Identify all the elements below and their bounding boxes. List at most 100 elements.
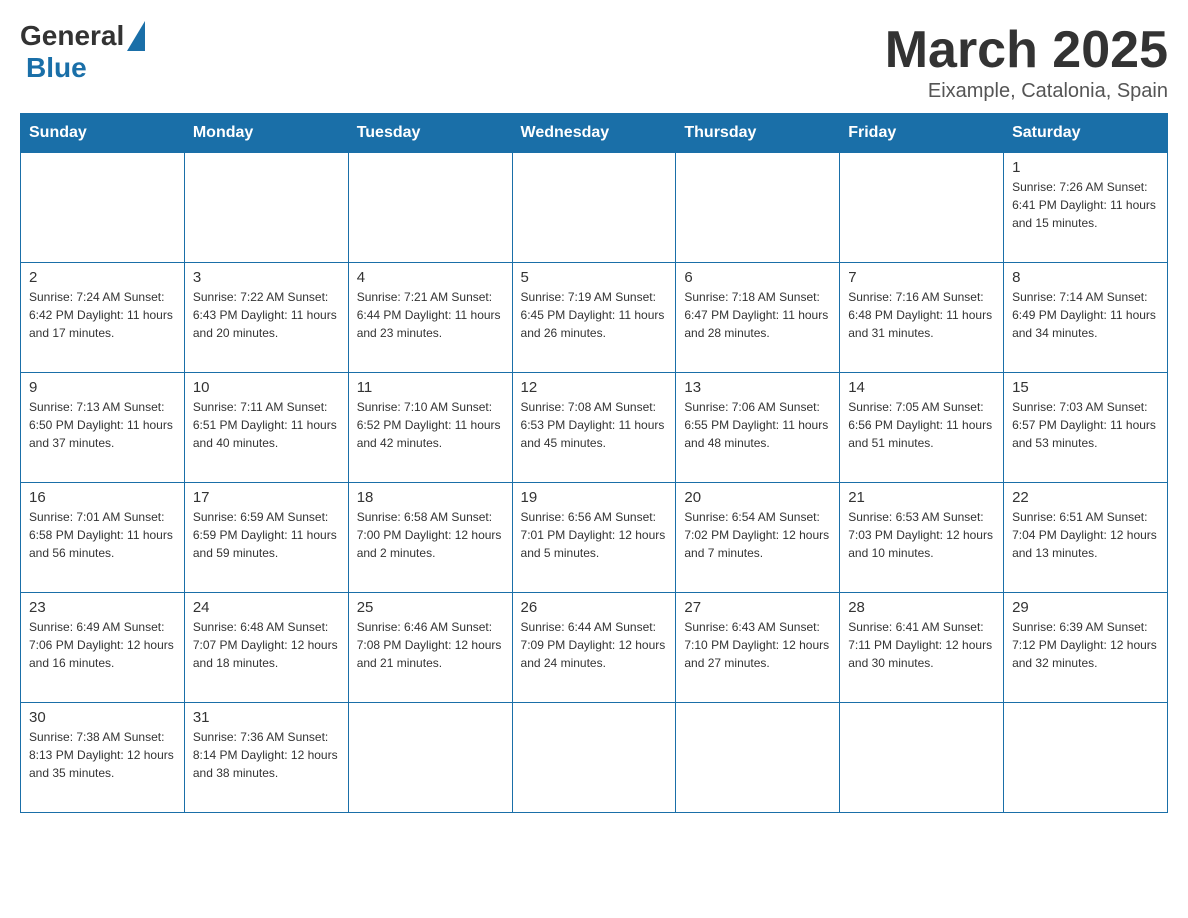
calendar-cell: 29Sunrise: 6:39 AM Sunset: 7:12 PM Dayli… xyxy=(1004,593,1168,703)
calendar-cell: 15 Sunrise: 7:03 AM Sunset: 6:57 PM Dayli… xyxy=(1004,373,1168,483)
calendar-cell: 2Sunrise: 7:24 AM Sunset: 6:42 PM Daylig… xyxy=(21,263,185,373)
calendar-table: SundayMondayTuesdayWednesdayThursdayFrid… xyxy=(20,113,1168,813)
calendar-header-friday: Friday xyxy=(840,114,1004,153)
day-number: 3 xyxy=(193,269,340,286)
calendar-cell: 11 Sunrise: 7:10 AM Sunset: 6:52 PM Dayli… xyxy=(348,373,512,483)
day-info: Sunrise: 6:59 AM Sunset: 6:59 PM Dayligh… xyxy=(193,508,340,562)
logo-triangle-icon xyxy=(127,21,145,51)
calendar-cell: 19 Sunrise: 6:56 AM Sunset: 7:01 PM Dayli… xyxy=(512,483,676,593)
day-info: Sunrise: 6:54 AM Sunset: 7:02 PM Dayligh… xyxy=(684,508,831,562)
calendar-week-row: 30 Sunrise: 7:38 AM Sunset: 8:13 PM Dayli… xyxy=(21,703,1168,813)
day-info: Sunrise: 7:13 AM Sunset: 6:50 PM Dayligh… xyxy=(29,398,176,452)
calendar-cell: 5 Sunrise: 7:19 AM Sunset: 6:45 PM Daylig… xyxy=(512,263,676,373)
calendar-cell: 25 Sunrise: 6:46 AM Sunset: 7:08 PM Dayli… xyxy=(348,593,512,703)
day-info: Sunrise: 7:05 AM Sunset: 6:56 PM Dayligh… xyxy=(848,398,995,452)
day-number: 19 xyxy=(521,489,668,506)
day-number: 4 xyxy=(357,269,504,286)
day-info: Sunrise: 7:10 AM Sunset: 6:52 PM Dayligh… xyxy=(357,398,504,452)
calendar-cell: 13 Sunrise: 7:06 AM Sunset: 6:55 PM Dayli… xyxy=(676,373,840,483)
month-title: March 2025 xyxy=(885,20,1168,80)
calendar-cell: 24Sunrise: 6:48 AM Sunset: 7:07 PM Dayli… xyxy=(184,593,348,703)
logo-general-text: General xyxy=(20,20,124,52)
calendar-cell: 10Sunrise: 7:11 AM Sunset: 6:51 PM Dayli… xyxy=(184,373,348,483)
day-number: 8 xyxy=(1012,269,1159,286)
day-number: 16 xyxy=(29,489,176,506)
day-info: Sunrise: 6:56 AM Sunset: 7:01 PM Dayligh… xyxy=(521,508,668,562)
day-number: 28 xyxy=(848,599,995,616)
day-info: Sunrise: 7:19 AM Sunset: 6:45 PM Dayligh… xyxy=(521,288,668,342)
day-info: Sunrise: 6:43 AM Sunset: 7:10 PM Dayligh… xyxy=(684,618,831,672)
calendar-header-thursday: Thursday xyxy=(676,114,840,153)
day-number: 14 xyxy=(848,379,995,396)
calendar-cell: 1 Sunrise: 7:26 AM Sunset: 6:41 PM Daylig… xyxy=(1004,153,1168,263)
calendar-cell: 6Sunrise: 7:18 AM Sunset: 6:47 PM Daylig… xyxy=(676,263,840,373)
calendar-week-row: 9 Sunrise: 7:13 AM Sunset: 6:50 PM Daylig… xyxy=(21,373,1168,483)
calendar-cell: 28 Sunrise: 6:41 AM Sunset: 7:11 PM Dayli… xyxy=(840,593,1004,703)
day-number: 7 xyxy=(848,269,995,286)
calendar-cell: 17Sunrise: 6:59 AM Sunset: 6:59 PM Dayli… xyxy=(184,483,348,593)
day-info: Sunrise: 7:03 AM Sunset: 6:57 PM Dayligh… xyxy=(1012,398,1159,452)
day-info: Sunrise: 6:44 AM Sunset: 7:09 PM Dayligh… xyxy=(521,618,668,672)
calendar-cell: 14 Sunrise: 7:05 AM Sunset: 6:56 PM Dayli… xyxy=(840,373,1004,483)
calendar-cell: 9 Sunrise: 7:13 AM Sunset: 6:50 PM Daylig… xyxy=(21,373,185,483)
day-info: Sunrise: 6:48 AM Sunset: 7:07 PM Dayligh… xyxy=(193,618,340,672)
logo: General Blue xyxy=(20,20,145,84)
day-info: Sunrise: 7:18 AM Sunset: 6:47 PM Dayligh… xyxy=(684,288,831,342)
day-number: 5 xyxy=(521,269,668,286)
calendar-cell xyxy=(512,703,676,813)
day-info: Sunrise: 7:21 AM Sunset: 6:44 PM Dayligh… xyxy=(357,288,504,342)
day-number: 1 xyxy=(1012,159,1159,176)
calendar-cell: 18Sunrise: 6:58 AM Sunset: 7:00 PM Dayli… xyxy=(348,483,512,593)
day-info: Sunrise: 6:46 AM Sunset: 7:08 PM Dayligh… xyxy=(357,618,504,672)
calendar-cell xyxy=(840,153,1004,263)
day-number: 13 xyxy=(684,379,831,396)
day-number: 20 xyxy=(684,489,831,506)
calendar-cell: 16 Sunrise: 7:01 AM Sunset: 6:58 PM Dayli… xyxy=(21,483,185,593)
day-info: Sunrise: 7:36 AM Sunset: 8:14 PM Dayligh… xyxy=(193,728,340,782)
day-info: Sunrise: 7:26 AM Sunset: 6:41 PM Dayligh… xyxy=(1012,178,1159,232)
day-info: Sunrise: 6:49 AM Sunset: 7:06 PM Dayligh… xyxy=(29,618,176,672)
day-info: Sunrise: 7:22 AM Sunset: 6:43 PM Dayligh… xyxy=(193,288,340,342)
day-info: Sunrise: 6:51 AM Sunset: 7:04 PM Dayligh… xyxy=(1012,508,1159,562)
day-number: 11 xyxy=(357,379,504,396)
day-number: 31 xyxy=(193,709,340,726)
calendar-cell: 8 Sunrise: 7:14 AM Sunset: 6:49 PM Daylig… xyxy=(1004,263,1168,373)
calendar-week-row: 16 Sunrise: 7:01 AM Sunset: 6:58 PM Dayli… xyxy=(21,483,1168,593)
calendar-cell: 21Sunrise: 6:53 AM Sunset: 7:03 PM Dayli… xyxy=(840,483,1004,593)
day-number: 18 xyxy=(357,489,504,506)
calendar-cell xyxy=(676,703,840,813)
day-info: Sunrise: 7:14 AM Sunset: 6:49 PM Dayligh… xyxy=(1012,288,1159,342)
day-info: Sunrise: 7:06 AM Sunset: 6:55 PM Dayligh… xyxy=(684,398,831,452)
day-info: Sunrise: 7:38 AM Sunset: 8:13 PM Dayligh… xyxy=(29,728,176,782)
day-number: 9 xyxy=(29,379,176,396)
day-info: Sunrise: 7:16 AM Sunset: 6:48 PM Dayligh… xyxy=(848,288,995,342)
calendar-cell xyxy=(1004,703,1168,813)
calendar-header-row: SundayMondayTuesdayWednesdayThursdayFrid… xyxy=(21,114,1168,153)
day-info: Sunrise: 7:01 AM Sunset: 6:58 PM Dayligh… xyxy=(29,508,176,562)
day-number: 25 xyxy=(357,599,504,616)
calendar-header-wednesday: Wednesday xyxy=(512,114,676,153)
day-number: 29 xyxy=(1012,599,1159,616)
calendar-week-row: 2Sunrise: 7:24 AM Sunset: 6:42 PM Daylig… xyxy=(21,263,1168,373)
calendar-cell xyxy=(348,153,512,263)
calendar-cell xyxy=(676,153,840,263)
calendar-cell xyxy=(184,153,348,263)
calendar-week-row: 23Sunrise: 6:49 AM Sunset: 7:06 PM Dayli… xyxy=(21,593,1168,703)
day-number: 30 xyxy=(29,709,176,726)
calendar-cell xyxy=(840,703,1004,813)
calendar-cell: 30 Sunrise: 7:38 AM Sunset: 8:13 PM Dayli… xyxy=(21,703,185,813)
day-info: Sunrise: 7:24 AM Sunset: 6:42 PM Dayligh… xyxy=(29,288,176,342)
calendar-cell xyxy=(512,153,676,263)
day-info: Sunrise: 7:08 AM Sunset: 6:53 PM Dayligh… xyxy=(521,398,668,452)
logo-blue-text: Blue xyxy=(26,52,87,83)
day-number: 15 xyxy=(1012,379,1159,396)
calendar-cell: 4 Sunrise: 7:21 AM Sunset: 6:44 PM Daylig… xyxy=(348,263,512,373)
day-number: 26 xyxy=(521,599,668,616)
calendar-cell: 26 Sunrise: 6:44 AM Sunset: 7:09 PM Dayli… xyxy=(512,593,676,703)
calendar-cell: 7 Sunrise: 7:16 AM Sunset: 6:48 PM Daylig… xyxy=(840,263,1004,373)
calendar-cell: 27Sunrise: 6:43 AM Sunset: 7:10 PM Dayli… xyxy=(676,593,840,703)
day-info: Sunrise: 6:53 AM Sunset: 7:03 PM Dayligh… xyxy=(848,508,995,562)
day-number: 10 xyxy=(193,379,340,396)
day-info: Sunrise: 6:41 AM Sunset: 7:11 PM Dayligh… xyxy=(848,618,995,672)
calendar-cell xyxy=(21,153,185,263)
